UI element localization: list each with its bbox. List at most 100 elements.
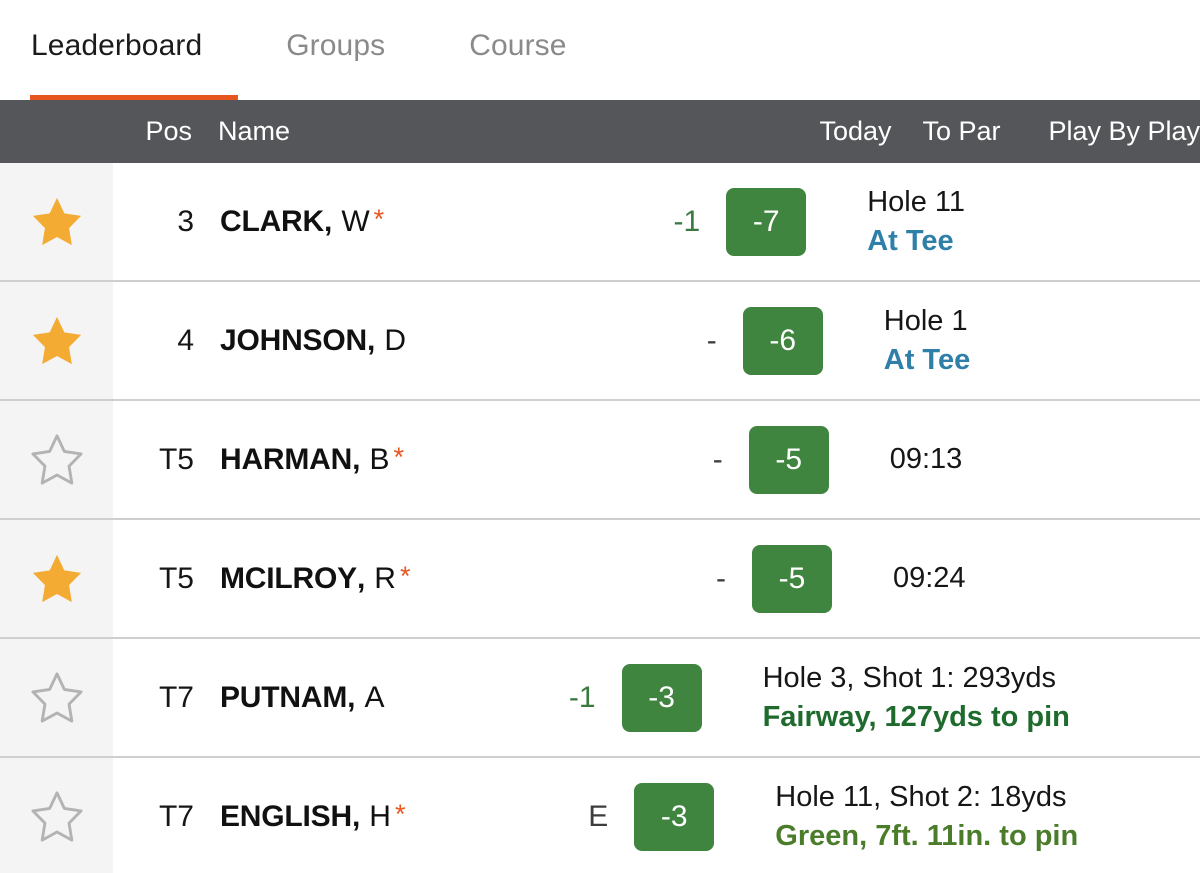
- star-filled-icon[interactable]: [29, 552, 85, 605]
- play-by-play-primary: 09:24: [892, 562, 966, 594]
- play-by-play-cell[interactable]: Hole 3, Shot 1: 293yds Fairway, 127yds to…: [744, 639, 1200, 756]
- tab-bar: Leaderboard Groups Course: [0, 0, 1200, 100]
- player-name-cell[interactable]: ENGLISH, H *: [218, 758, 527, 873]
- player-name-cell[interactable]: CLARK, W *: [218, 163, 619, 280]
- player-first-initial: D: [384, 323, 406, 357]
- favorite-star-cell[interactable]: [0, 282, 113, 399]
- favorite-star-cell[interactable]: [0, 401, 113, 518]
- player-first-initial: R: [374, 561, 396, 595]
- position-value: T7: [158, 680, 194, 714]
- today-score-cell: -: [636, 282, 739, 399]
- to-par-badge: -7: [726, 187, 807, 256]
- today-score-cell: -: [645, 520, 748, 637]
- name-separator: ,: [366, 323, 376, 357]
- tab-groups[interactable]: Groups: [286, 0, 385, 61]
- player-name-cell[interactable]: HARMAN, B *: [218, 401, 642, 518]
- star-filled-icon[interactable]: [29, 314, 85, 367]
- today-score-value: -1: [568, 680, 596, 714]
- play-by-play-primary: Hole 11, Shot 2: 18yds: [775, 780, 1067, 813]
- position-cell: T7: [113, 639, 218, 756]
- column-header-name[interactable]: Name: [218, 118, 819, 145]
- player-first-initial: W: [341, 204, 370, 238]
- amateur-asterisk-icon: *: [394, 799, 406, 829]
- play-by-play-secondary: At Tee: [883, 343, 971, 376]
- position-value: 4: [177, 323, 194, 357]
- name-separator: ,: [324, 204, 333, 238]
- table-body: 3 CLARK, W * -1 -7 Hole 11 At Tee 4 JOHNSON, D - -6 H…: [0, 163, 1200, 873]
- to-par-cell: -5: [748, 520, 874, 637]
- player-name-cell[interactable]: PUTNAM, A: [218, 639, 515, 756]
- position-cell: T5: [113, 401, 218, 518]
- favorite-star-cell[interactable]: [0, 520, 113, 637]
- play-by-play-secondary: Fairway, 127yds to pin: [762, 700, 1070, 733]
- amateur-asterisk-icon: *: [399, 561, 411, 591]
- play-by-play-cell[interactable]: Hole 11, Shot 2: 18yds Green, 7ft. 11in. …: [756, 758, 1200, 873]
- play-by-play-cell[interactable]: 09:13: [871, 401, 1200, 518]
- favorite-star-cell[interactable]: [0, 758, 113, 873]
- to-par-cell: -7: [722, 163, 848, 280]
- tab-course[interactable]: Course: [469, 0, 566, 61]
- table-row[interactable]: T7 PUTNAM, A -1 -3 Hole 3, Shot 1: 293yds Fair…: [0, 639, 1200, 758]
- amateur-asterisk-icon: *: [393, 442, 404, 472]
- player-name-cell[interactable]: MCILROY, R *: [218, 520, 645, 637]
- position-value: 3: [177, 204, 194, 238]
- play-by-play-primary: Hole 1: [883, 304, 968, 337]
- player-first-initial: H: [369, 799, 391, 833]
- today-score-cell: E: [527, 758, 630, 873]
- play-by-play-cell[interactable]: Hole 11 At Tee: [848, 163, 1200, 280]
- position-value: T7: [158, 799, 194, 833]
- to-par-cell: -6: [739, 282, 865, 399]
- player-name-cell[interactable]: JOHNSON, D: [218, 282, 636, 399]
- to-par-badge: -3: [621, 663, 702, 732]
- column-header-to-par[interactable]: To Par: [922, 118, 1048, 145]
- to-par-badge: -6: [742, 306, 823, 375]
- table-row[interactable]: T7 ENGLISH, H * E -3 Hole 11, Shot 2: 18yds Gre…: [0, 758, 1200, 873]
- active-tab-underline: [30, 95, 238, 100]
- table-row[interactable]: 4 JOHNSON, D - -6 Hole 1 At Tee: [0, 282, 1200, 401]
- play-by-play-secondary: Green, 7ft. 11in. to pin: [775, 819, 1079, 852]
- favorite-star-cell[interactable]: [0, 163, 113, 280]
- name-separator: ,: [352, 442, 361, 476]
- table-row[interactable]: 3 CLARK, W * -1 -7 Hole 11 At Tee: [0, 163, 1200, 282]
- today-score-cell: -1: [515, 639, 618, 756]
- name-separator: ,: [347, 680, 356, 714]
- star-outline-icon[interactable]: [29, 433, 85, 486]
- to-par-badge: -3: [634, 782, 715, 851]
- play-by-play-primary: Hole 11: [867, 185, 965, 218]
- position-value: T5: [158, 442, 194, 476]
- star-outline-icon[interactable]: [29, 671, 85, 724]
- today-score-value: -: [706, 323, 717, 357]
- to-par-cell: -5: [745, 401, 871, 518]
- today-score-cell: -: [642, 401, 745, 518]
- player-last-name: PUTNAM: [220, 680, 348, 714]
- table-row[interactable]: T5 MCILROY, R * - -5 09:24: [0, 520, 1200, 639]
- column-header-pos[interactable]: Pos: [113, 118, 218, 145]
- name-separator: ,: [356, 561, 366, 595]
- player-first-initial: A: [364, 680, 385, 714]
- leaderboard-table: Pos Name Today To Par Play By Play 3 CLAR…: [0, 100, 1200, 873]
- position-cell: 3: [113, 163, 218, 280]
- player-last-name: MCILROY: [220, 561, 357, 595]
- table-row[interactable]: T5 HARMAN, B * - -5 09:13: [0, 401, 1200, 520]
- column-header-today[interactable]: Today: [819, 118, 922, 145]
- play-by-play-cell[interactable]: 09:24: [874, 520, 1200, 637]
- play-by-play-secondary: At Tee: [867, 224, 954, 257]
- today-score-value: -: [712, 442, 723, 476]
- to-par-cell: -3: [630, 758, 756, 873]
- name-separator: ,: [351, 799, 361, 833]
- favorite-star-cell[interactable]: [0, 639, 113, 756]
- play-by-play-primary: Hole 3, Shot 1: 293yds: [762, 661, 1057, 694]
- tab-leaderboard[interactable]: Leaderboard: [31, 0, 202, 61]
- player-last-name: CLARK: [220, 204, 324, 238]
- to-par-badge: -5: [748, 425, 829, 494]
- amateur-asterisk-icon: *: [373, 204, 385, 234]
- player-last-name: JOHNSON: [220, 323, 367, 357]
- play-by-play-primary: 09:13: [889, 443, 963, 475]
- column-header-play-by-play[interactable]: Play By Play: [1048, 118, 1200, 145]
- star-outline-icon[interactable]: [29, 790, 85, 843]
- position-cell: 4: [113, 282, 218, 399]
- today-score-value: -: [715, 561, 726, 595]
- star-filled-icon[interactable]: [29, 195, 85, 248]
- today-score-value: E: [588, 799, 609, 833]
- play-by-play-cell[interactable]: Hole 1 At Tee: [865, 282, 1200, 399]
